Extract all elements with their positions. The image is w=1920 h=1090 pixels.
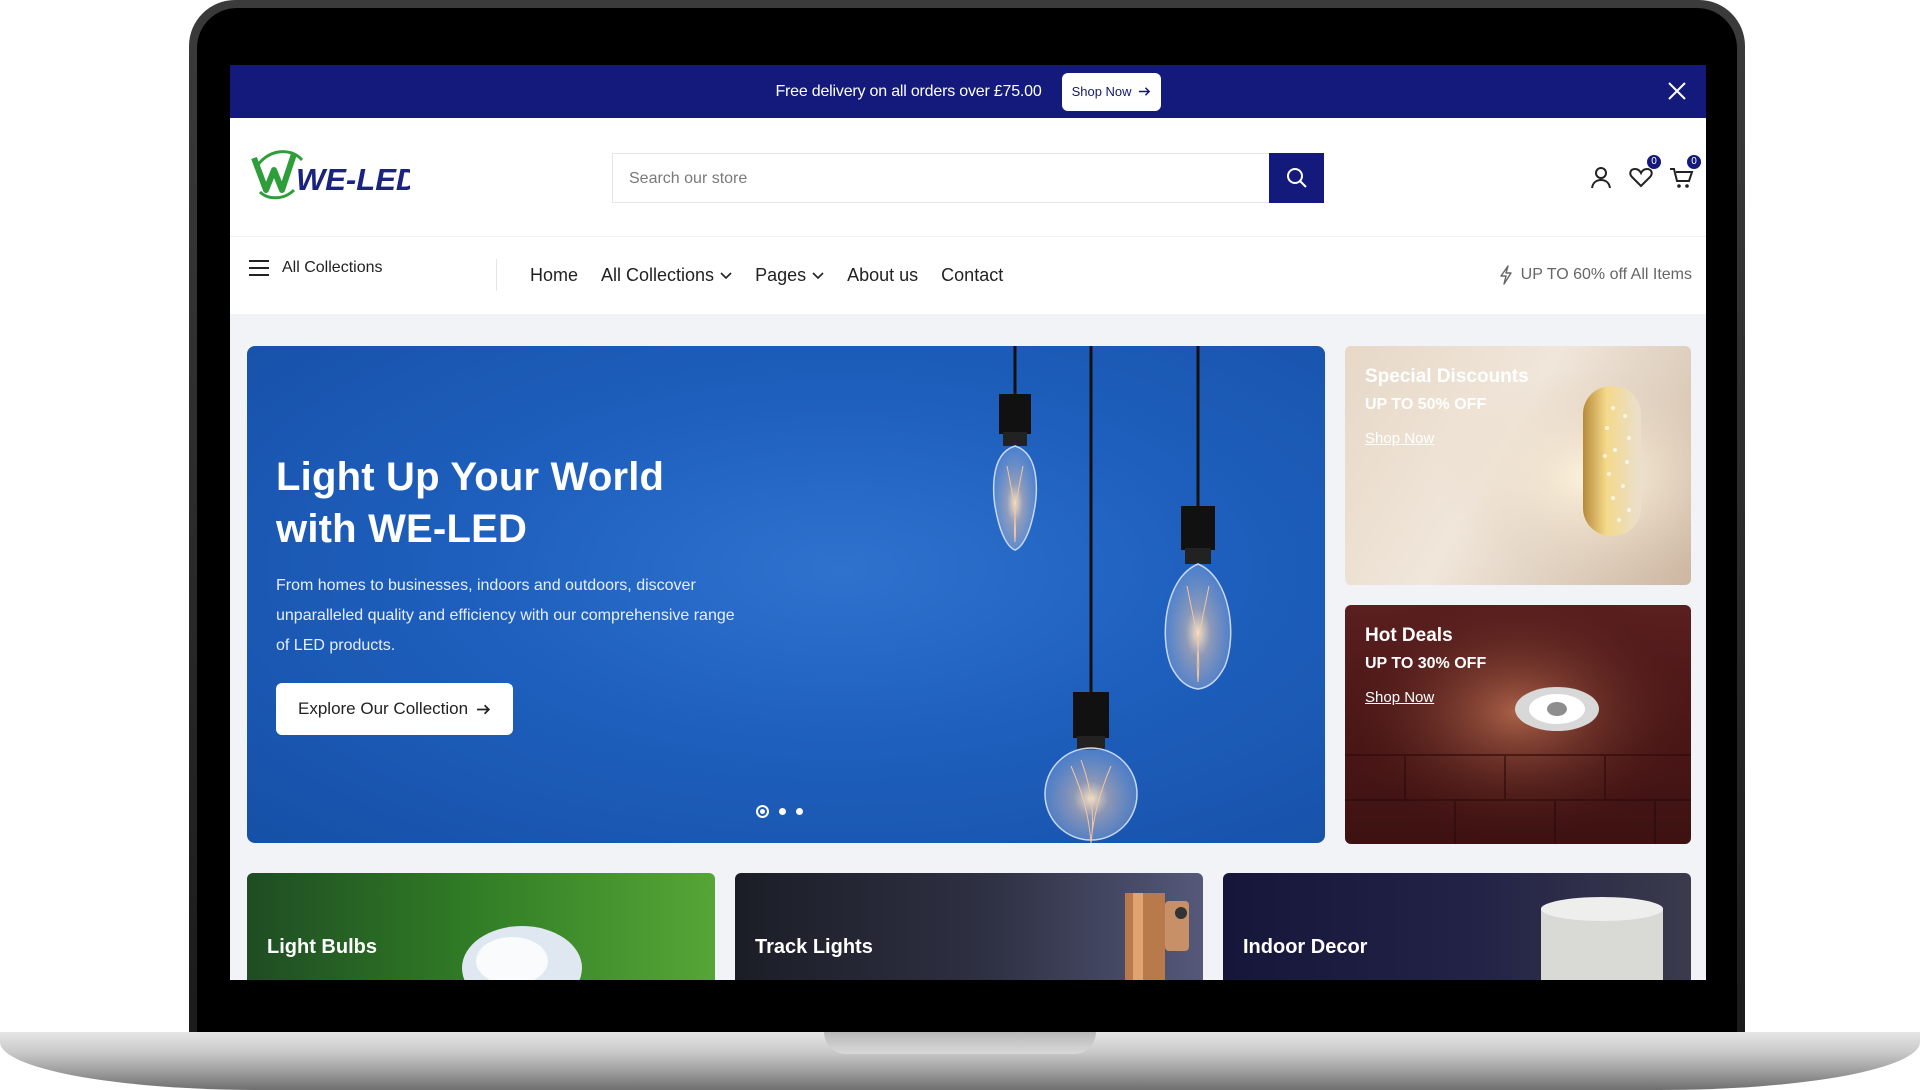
nav-divider <box>496 259 497 291</box>
nav-link-home[interactable]: Home <box>530 265 578 286</box>
we-led-logo[interactable]: WE-LED <box>250 144 418 204</box>
announcement-shop-label: Shop Now <box>1071 84 1132 99</box>
nav-link-pages[interactable]: Pages <box>755 265 824 286</box>
announcement-bar: Free delivery on all orders over £75.00 … <box>230 65 1706 118</box>
nav-link-contact-label: Contact <box>941 265 1004 285</box>
search-bar <box>612 153 1324 204</box>
chevron-down-icon <box>720 271 732 279</box>
arrow-right-icon <box>1138 87 1150 96</box>
nav-promo-text: UP TO 60% off All Items <box>1520 266 1692 283</box>
bulb-image <box>462 926 582 980</box>
cart-count-badge: 0 <box>1686 154 1702 170</box>
close-icon[interactable] <box>1666 80 1688 102</box>
wishlist-button[interactable]: 0 <box>1628 154 1662 190</box>
promo-shop-now-link[interactable]: Shop Now <box>1365 430 1434 447</box>
nav-link-home-label: Home <box>530 265 579 285</box>
search-input[interactable] <box>613 154 1271 204</box>
search-icon <box>1286 168 1307 188</box>
nav-link-all-collections-label: All Collections <box>601 265 715 285</box>
carousel-dot-2[interactable] <box>779 808 786 815</box>
hamburger-menu-icon <box>249 260 269 276</box>
all-collections-menu[interactable]: All Collections <box>248 259 382 277</box>
wishlist-count-badge: 0 <box>1646 154 1662 170</box>
nav-promo[interactable]: UP TO 60% off All Items <box>1499 265 1692 285</box>
hero-title-line2: with WE-LED <box>276 507 528 551</box>
promo-card-special-discounts[interactable]: Special Discounts UP TO 50% OFF Shop Now <box>1345 346 1691 585</box>
chevron-down-icon <box>812 271 824 279</box>
account-button[interactable] <box>1588 164 1614 190</box>
cart-button[interactable]: 0 <box>1668 154 1702 190</box>
promo-shop-now-link[interactable]: Shop Now <box>1365 689 1434 706</box>
laptop-notch <box>824 1032 1096 1054</box>
nav-links: Home All Collections Pages About us Cont… <box>530 265 1003 286</box>
nav-link-all-collections[interactable]: All Collections <box>601 265 732 286</box>
nav-link-about[interactable]: About us <box>847 265 918 286</box>
explore-collection-button[interactable]: Explore Our Collection <box>276 683 514 735</box>
announcement-text: Free delivery on all orders over £75.00 <box>775 82 1042 100</box>
arrow-right-icon <box>477 704 491 714</box>
category-card-indoor-decor[interactable]: Indoor Decor <box>1223 873 1691 980</box>
category-label: Indoor Decor <box>1243 936 1368 958</box>
site-header: WE-LED 0 0 <box>230 118 1706 236</box>
promo-subtitle: UP TO 50% OFF <box>1365 396 1487 413</box>
hero-description: From homes to businesses, indoors and ou… <box>276 577 735 654</box>
hero-title: Light Up Your World with WE-LED <box>276 451 836 555</box>
category-label: Light Bulbs <box>267 936 377 958</box>
promo-title: Special Discounts <box>1365 366 1529 387</box>
promo-title: Hot Deals <box>1365 625 1453 646</box>
lightning-icon <box>1499 265 1512 285</box>
promo-subtitle: UP TO 30% OFF <box>1365 655 1487 672</box>
hero-title-line1: Light Up Your World <box>276 455 665 499</box>
category-card-light-bulbs[interactable]: Light Bulbs <box>247 873 715 980</box>
announcement-shop-button[interactable]: Shop Now <box>1061 72 1161 111</box>
search-button[interactable] <box>1269 153 1324 203</box>
carousel-dot-3[interactable] <box>796 808 803 815</box>
nav-link-about-label: About us <box>847 265 919 285</box>
category-label: Track Lights <box>755 936 873 958</box>
main-navigation: All Collections Home All Collections Pag… <box>230 236 1706 314</box>
user-icon <box>1591 167 1611 189</box>
hero-banner: Light Up Your World with WE-LED From hom… <box>247 346 1325 843</box>
logo-wordmark: WE-LED <box>296 162 410 197</box>
promo-card-hot-deals[interactable]: Hot Deals UP TO 30% OFF Shop Now <box>1345 605 1691 844</box>
carousel-dots <box>756 805 803 818</box>
all-collections-label: All Collections <box>282 259 383 276</box>
category-card-track-lights[interactable]: Track Lights <box>735 873 1203 980</box>
nav-link-contact[interactable]: Contact <box>941 265 1003 286</box>
explore-collection-label: Explore Our Collection <box>298 699 469 718</box>
track-light-image <box>1125 893 1189 980</box>
carousel-dot-1[interactable] <box>756 805 769 818</box>
indoor-decor-image <box>1541 897 1663 980</box>
nav-link-pages-label: Pages <box>755 265 807 285</box>
website-screen: Free delivery on all orders over £75.00 … <box>230 65 1706 980</box>
header-icons: 0 0 <box>1588 154 1702 190</box>
